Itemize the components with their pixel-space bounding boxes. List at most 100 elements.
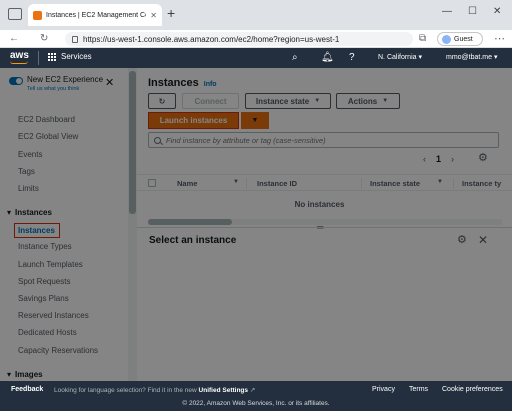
page-number[interactable]: 1 [436, 154, 441, 164]
aws-favicon-icon [33, 10, 42, 20]
connect-button[interactable]: Connect [182, 93, 239, 109]
sidebar: New EC2 Experience Tell us what you thin… [0, 68, 128, 381]
browser-menu-icon[interactable]: ⋯ [494, 32, 505, 46]
browser-tab[interactable]: Instances | EC2 Management Co ✕ [28, 4, 162, 26]
feedback-link[interactable]: Feedback [11, 386, 43, 393]
address-bar[interactable]: https://us-west-1.console.aws.amazon.com… [65, 32, 413, 46]
sidebar-item-tags[interactable]: Tags [18, 167, 35, 176]
tab-close-icon[interactable]: ✕ [150, 11, 157, 20]
search-icon[interactable]: ⌕ [292, 52, 298, 64]
services-menu[interactable]: Services [48, 52, 92, 61]
launch-dropdown-button[interactable]: ▼ [241, 112, 269, 129]
scrollbar-thumb[interactable] [148, 219, 232, 225]
notifications-bell-icon[interactable]: 🔔︎ [321, 52, 334, 64]
new-tab-icon[interactable]: + [167, 6, 175, 20]
maximize-icon[interactable]: ☐ [468, 6, 477, 18]
profile-avatar-icon [442, 34, 451, 44]
sort-icon[interactable]: ▼ [437, 179, 443, 185]
page-title: Instances [148, 77, 199, 89]
sidebar-item-limits[interactable]: Limits [18, 184, 39, 193]
sort-icon[interactable]: ▼ [233, 179, 239, 185]
minimize-icon[interactable]: — [442, 6, 452, 18]
caret-down-icon: ▾ [7, 370, 12, 379]
region-selector[interactable]: N. California ▾ [378, 53, 422, 61]
column-header-instance-state[interactable]: Instance state [370, 179, 420, 188]
sidebar-item-instances[interactable]: Instances [14, 223, 60, 238]
aws-smile-icon [10, 61, 28, 64]
refresh-icon[interactable]: ↻ [40, 32, 48, 46]
back-icon[interactable]: ← [9, 32, 19, 46]
sidebar-item-savings-plans[interactable]: Savings Plans [18, 294, 69, 303]
info-link[interactable]: Info [204, 81, 217, 88]
instance-state-button[interactable]: Instance state ▼ [245, 93, 331, 109]
instance-search[interactable] [148, 132, 499, 148]
refresh-button[interactable]: ↻ [148, 93, 176, 109]
nav-divider [38, 51, 39, 65]
column-header-instance-id[interactable]: Instance ID [257, 179, 297, 188]
language-notice: Looking for language selection? Find it … [54, 386, 255, 394]
profile-label: Guest [454, 35, 473, 43]
table-horizontal-scrollbar[interactable] [148, 219, 502, 225]
aws-footer: Feedback Looking for language selection?… [0, 381, 512, 411]
search-input[interactable] [166, 135, 486, 145]
services-grid-icon [48, 52, 56, 61]
aws-logo[interactable]: aws [10, 50, 29, 61]
tab-actions-icon[interactable] [8, 8, 22, 20]
instance-state-label: Instance state [255, 96, 310, 106]
column-divider [361, 178, 362, 189]
sidebar-section-instances[interactable]: ▾ Instances [7, 208, 52, 217]
window-close-icon[interactable]: ✕ [493, 6, 501, 18]
column-header-instance-type[interactable]: Instance ty [462, 179, 501, 188]
prev-page-icon[interactable]: ‹ [423, 154, 426, 164]
next-page-icon[interactable]: › [451, 154, 454, 164]
sidebar-item-launch-templates[interactable]: Launch Templates [18, 260, 83, 269]
sidebar-item-global-view[interactable]: EC2 Global View [18, 132, 78, 141]
section-label: Images [15, 370, 43, 379]
search-icon [154, 136, 161, 144]
section-label: Instances [15, 208, 52, 217]
table-header: Name ▼ Instance ID Instance state ▼ Inst… [137, 174, 512, 191]
close-sidebar-icon[interactable]: ✕ [105, 78, 114, 89]
scrollbar-thumb[interactable] [129, 71, 136, 214]
terms-link[interactable]: Terms [409, 386, 428, 393]
main-content: Instances Info ↻ Connect Instance state … [137, 68, 512, 381]
page-heading: Instances Info [148, 77, 217, 89]
table-settings-gear-icon[interactable]: ⚙ [478, 152, 488, 164]
collections-icon[interactable]: ⧉ [419, 32, 426, 46]
new-experience-toggle[interactable] [9, 77, 23, 85]
sidebar-item-reserved-instances[interactable]: Reserved Instances [18, 311, 89, 320]
account-menu[interactable]: mmo@tbat.me ▾ [446, 53, 497, 61]
select-all-checkbox[interactable] [148, 179, 156, 187]
sidebar-item-instance-types[interactable]: Instance Types [18, 242, 72, 251]
sidebar-item-spot-requests[interactable]: Spot Requests [18, 277, 70, 286]
sidebar-item-capacity-reservations[interactable]: Capacity Reservations [18, 346, 98, 355]
url-text: https://us-west-1.console.aws.amazon.com… [83, 34, 340, 44]
new-experience-title: New EC2 Experience [27, 75, 104, 84]
privacy-link[interactable]: Privacy [372, 386, 395, 393]
language-notice-text: Looking for language selection? Find it … [54, 387, 197, 394]
pagination: ‹ 1 › [423, 154, 454, 164]
profile-button[interactable]: Guest [437, 32, 483, 46]
actions-label: Actions [347, 96, 378, 106]
sidebar-item-dedicated-hosts[interactable]: Dedicated Hosts [18, 328, 77, 337]
details-settings-gear-icon[interactable]: ⚙ [457, 234, 467, 246]
sidebar-item-events[interactable]: Events [18, 150, 42, 159]
unified-settings-link[interactable]: Unified Settings [199, 387, 248, 394]
empty-table-message: No instances [294, 200, 345, 209]
sidebar-section-images[interactable]: ▾ Images [7, 370, 43, 379]
feedback-link[interactable]: Tell us what you think [27, 86, 103, 92]
details-close-icon[interactable]: ✕ [478, 234, 488, 246]
sidebar-item-ec2-dashboard[interactable]: EC2 Dashboard [18, 115, 75, 124]
sidebar-scrollbar[interactable] [128, 68, 137, 381]
help-icon[interactable]: ? [349, 52, 355, 64]
column-divider [453, 178, 454, 189]
refresh-icon: ↻ [158, 96, 166, 106]
cookie-preferences-link[interactable]: Cookie preferences [442, 386, 503, 393]
actions-button[interactable]: Actions ▼ [336, 93, 400, 109]
column-header-name[interactable]: Name [177, 179, 197, 188]
external-link-icon: ↗ [249, 387, 256, 394]
caret-down-icon: ▼ [251, 117, 259, 124]
split-panel-divider [137, 227, 512, 228]
tab-title: Instances | EC2 Management Co [46, 11, 147, 19]
launch-instances-button[interactable]: Launch instances [148, 112, 239, 129]
